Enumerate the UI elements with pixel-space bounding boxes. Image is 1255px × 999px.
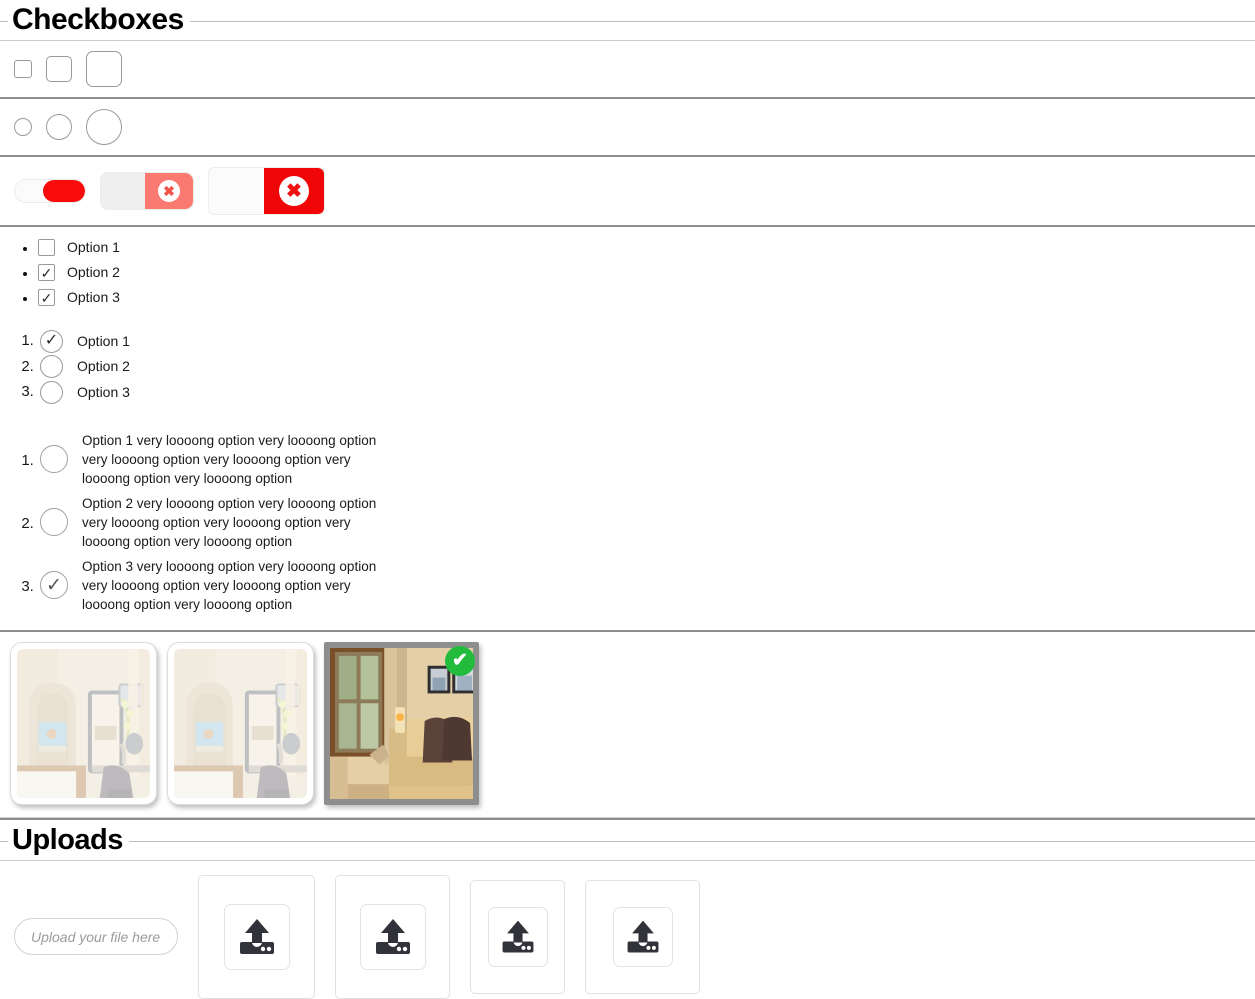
option-label: Option 2 [67, 264, 120, 280]
image-thumbnail-1[interactable] [10, 641, 157, 805]
checkbox-small[interactable] [14, 60, 32, 78]
checkbox-option-3[interactable]: ✓ [38, 289, 55, 306]
bedroom-image [17, 648, 150, 798]
plain-checkbox-row [0, 41, 1255, 97]
upload-button-3[interactable] [470, 879, 565, 994]
upload-button-1[interactable] [198, 874, 315, 999]
toggle-switch-row: ✖ ✖ [0, 157, 1255, 225]
list-item: ✓ Option 3 very loooong option very looo… [38, 557, 1255, 614]
upload-button-inner [359, 903, 426, 970]
file-upload-input[interactable] [14, 918, 178, 955]
page-title: Checkboxes [8, 0, 190, 40]
option-label: Option 3 very loooong option very loooon… [82, 558, 377, 612]
checkbox-large[interactable] [86, 51, 122, 87]
upload-button-4[interactable] [585, 879, 700, 994]
toggle-switch-medium[interactable]: ✖ [100, 172, 194, 210]
option-label: Option 2 very loooong option very loooon… [82, 495, 377, 549]
radio-option-2[interactable]: ✓ [40, 355, 63, 378]
upload-button-inner [487, 906, 548, 967]
list-item: ✓ Option 2 [38, 260, 1255, 285]
option-label: Option 3 [67, 289, 120, 305]
radio-option-list-long: ✓ Option 1 very loooong option very looo… [0, 423, 1255, 630]
upload-button-2[interactable] [335, 874, 450, 999]
checkbox-option-2[interactable]: ✓ [38, 264, 55, 281]
list-item: ✓ Option 2 very loooong option very looo… [38, 494, 1255, 551]
radio-long-option-1[interactable]: ✓ [40, 445, 68, 473]
list-item: ✓ Option 3 [38, 285, 1255, 310]
list-item: ✓ Option 1 [38, 235, 1255, 260]
toggle-switch-large[interactable]: ✖ [208, 167, 325, 215]
upload-button-inner [223, 903, 290, 970]
option-label: Option 2 [77, 358, 130, 374]
plain-radio-row [0, 99, 1255, 155]
option-label: Option 1 [67, 239, 120, 255]
checkbox-option-1[interactable]: ✓ [38, 239, 55, 256]
upload-icon [239, 918, 274, 954]
upload-icon [375, 918, 410, 954]
radio-option-3[interactable]: ✓ [40, 380, 63, 404]
section-header-checkboxes: Checkboxes [0, 0, 1255, 40]
image-thumbnail-2[interactable] [167, 641, 314, 805]
section-header-uploads: Uploads [0, 819, 1255, 860]
toggle-switch-small[interactable] [14, 179, 86, 203]
close-icon: ✖ [279, 176, 309, 206]
toggle-knob: ✖ [264, 168, 324, 214]
upload-icon [627, 920, 658, 952]
radio-long-option-2[interactable]: ✓ [40, 508, 68, 536]
option-label: Option 1 very loooong option very loooon… [82, 432, 377, 486]
radio-option-1[interactable]: ✓ [40, 329, 63, 353]
list-item: ✓ Option 2 [38, 354, 1255, 380]
thumbnail-image [174, 648, 307, 798]
option-label: Option 1 [77, 332, 130, 349]
selected-check-icon: ✔ [445, 645, 475, 676]
upload-icon [502, 920, 533, 952]
radio-option-list: ✓ Option 1 ✓ Option 2 ✓ Option 3 [0, 320, 1255, 415]
image-picker: ✔ [0, 632, 1255, 817]
uploads-title: Uploads [8, 819, 129, 860]
close-icon: ✖ [158, 180, 180, 202]
radio-small[interactable] [14, 118, 32, 136]
radio-long-option-3[interactable]: ✓ [40, 571, 68, 599]
list-item: ✓ Option 3 [38, 379, 1255, 405]
radio-medium[interactable] [46, 114, 72, 140]
upload-button-inner [612, 906, 673, 967]
list-item: ✓ Option 1 [38, 328, 1255, 354]
option-label: Option 3 [77, 383, 130, 400]
uploads-row [0, 861, 1255, 999]
bedroom-image [174, 648, 307, 798]
radio-large[interactable] [86, 109, 122, 145]
section-rule [0, 840, 1255, 842]
toggle-knob [43, 180, 85, 202]
thumbnail-image [17, 648, 150, 798]
checkbox-option-list: ✓ Option 1 ✓ Option 2 ✓ Option 3 [0, 227, 1255, 320]
list-item: ✓ Option 1 very loooong option very looo… [38, 431, 1255, 488]
image-thumbnail-3[interactable]: ✔ [324, 641, 479, 805]
checkbox-medium[interactable] [46, 56, 72, 82]
toggle-knob: ✖ [145, 173, 193, 209]
